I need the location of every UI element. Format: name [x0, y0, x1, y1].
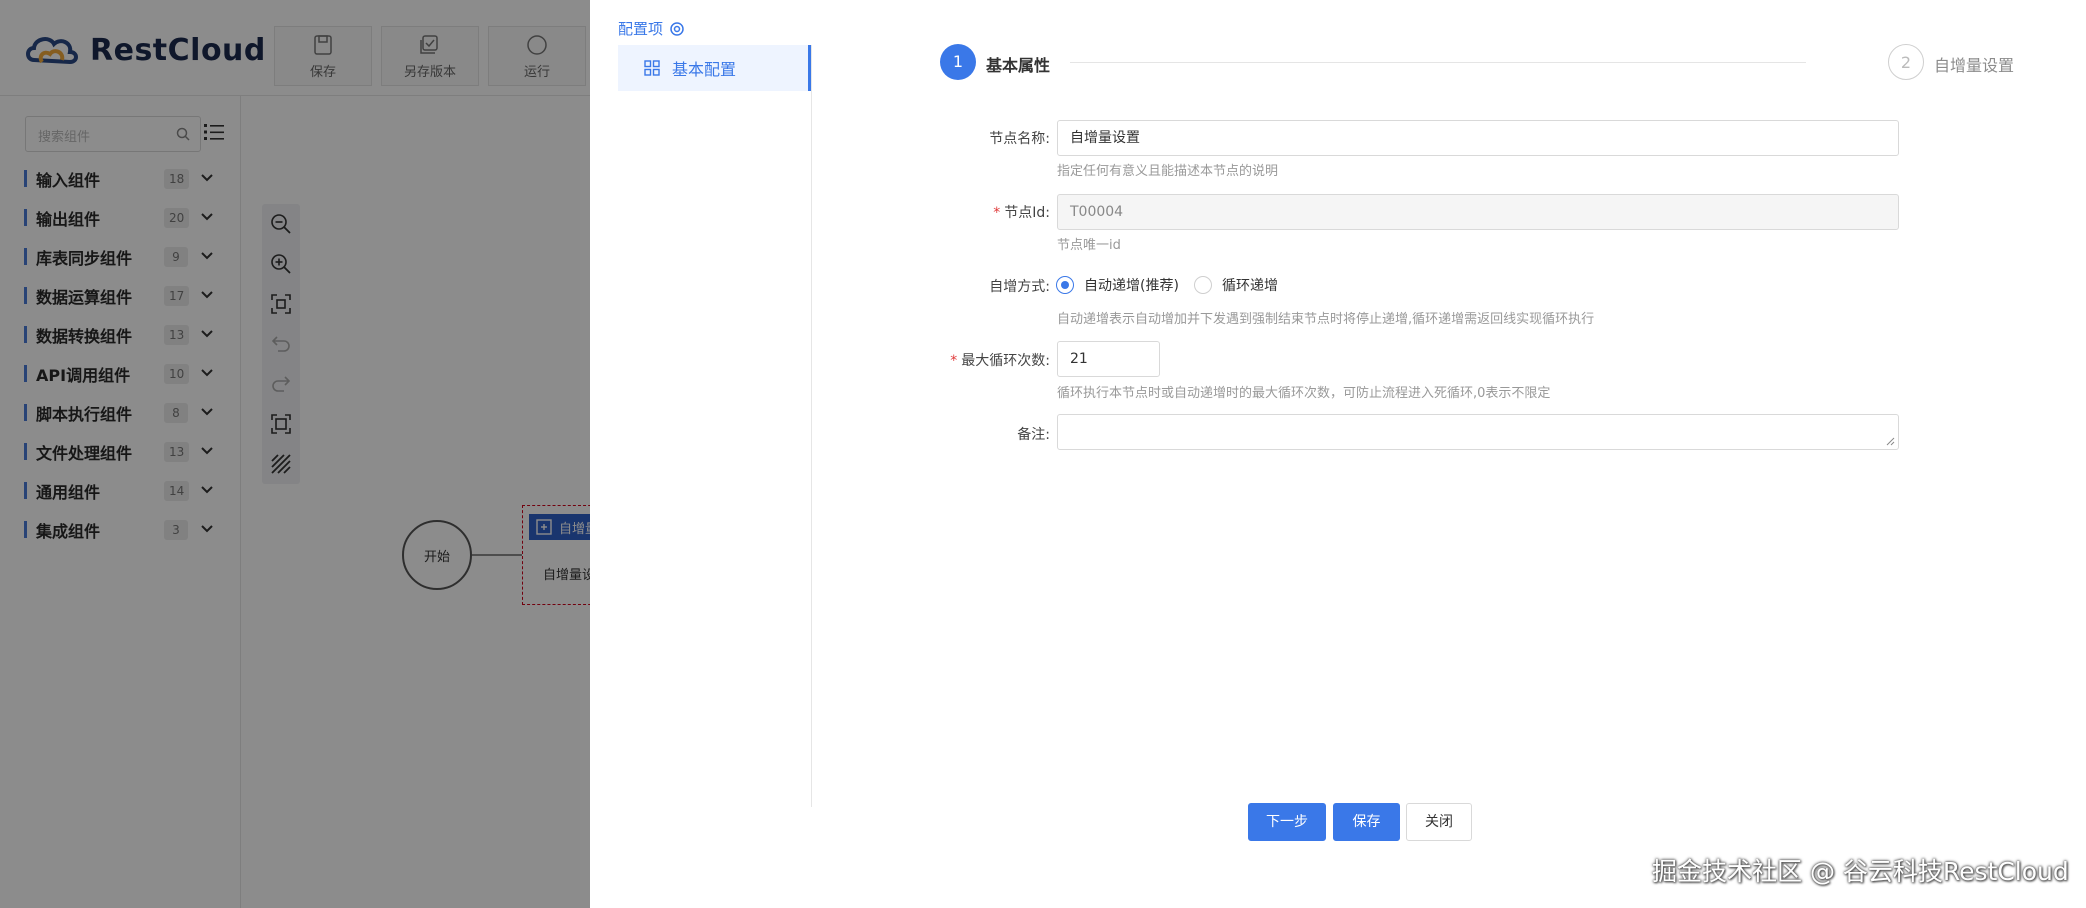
- increment-mode-label: 自增方式:: [880, 276, 1050, 296]
- step-2-circle[interactable]: 2: [1888, 44, 1924, 80]
- radio-checked-icon: [1056, 276, 1074, 294]
- remark-label-text: 备注:: [1017, 427, 1050, 443]
- node-name-input[interactable]: 自增量设置: [1057, 120, 1899, 156]
- menu-item-basic-config[interactable]: 基本配置: [618, 45, 811, 91]
- remark-label: 备注:: [880, 424, 1050, 444]
- radio-auto-increment-label: 自动递增(推荐): [1084, 278, 1179, 294]
- menu-item-label: 基本配置: [672, 60, 737, 79]
- grid-icon: [644, 60, 660, 76]
- node-name-label: 节点名称:: [880, 128, 1050, 148]
- required-mark: *: [950, 353, 958, 369]
- radio-unchecked-icon: [1194, 276, 1212, 294]
- next-step-button[interactable]: 下一步: [1248, 803, 1326, 841]
- node-name-label-text: 节点名称:: [989, 131, 1050, 147]
- save-button[interactable]: 保存: [1333, 803, 1400, 841]
- step-connector: [1070, 62, 1806, 63]
- steps-indicator: 1 基本属性 2 自增量设置: [940, 44, 2020, 84]
- remark-textarea[interactable]: [1057, 414, 1899, 450]
- resize-grip-icon[interactable]: [1886, 437, 1895, 446]
- radio-auto-increment[interactable]: 自动递增(推荐): [1056, 275, 1179, 295]
- watermark-text: 掘金技术社区 @ 谷云科技RestCloud: [1652, 857, 2069, 886]
- max-loop-help: 循环执行本节点时或自动递增时的最大循环次数，可防止流程进入死循环,0表示不限定: [1057, 386, 1551, 401]
- required-mark: *: [993, 205, 1001, 221]
- node-id-input[interactable]: T00004: [1057, 194, 1899, 230]
- max-loop-label: * 最大循环次数:: [880, 350, 1050, 370]
- drawer-divider: [811, 45, 812, 807]
- config-title-text: 配置项: [618, 20, 664, 38]
- close-button[interactable]: 关闭: [1406, 803, 1472, 841]
- max-loop-label-text: 最大循环次数:: [961, 353, 1050, 369]
- config-section-title: 配置项: [618, 18, 685, 39]
- node-id-help: 节点唯一id: [1057, 238, 1121, 253]
- node-id-label: * 节点Id:: [880, 202, 1050, 222]
- radio-loop-increment-label: 循环递增: [1222, 278, 1278, 294]
- target-icon: [670, 21, 684, 36]
- increment-mode-label-text: 自增方式:: [989, 279, 1050, 295]
- max-loop-input[interactable]: 21: [1057, 341, 1160, 377]
- node-name-help: 指定任何有意义且能描述本节点的说明: [1057, 164, 1279, 179]
- increment-mode-help: 自动递增表示自动增加并下发遇到强制结束节点时将停止递增,循环递增需返回线实现循环…: [1057, 312, 1595, 327]
- node-id-label-text: 节点Id:: [1004, 205, 1050, 221]
- step-1-circle[interactable]: 1: [940, 44, 976, 80]
- modal-overlay[interactable]: [0, 0, 590, 908]
- step-2-label[interactable]: 自增量设置: [1934, 52, 2014, 76]
- step-1-label[interactable]: 基本属性: [986, 52, 1050, 76]
- radio-loop-increment[interactable]: 循环递增: [1194, 275, 1278, 295]
